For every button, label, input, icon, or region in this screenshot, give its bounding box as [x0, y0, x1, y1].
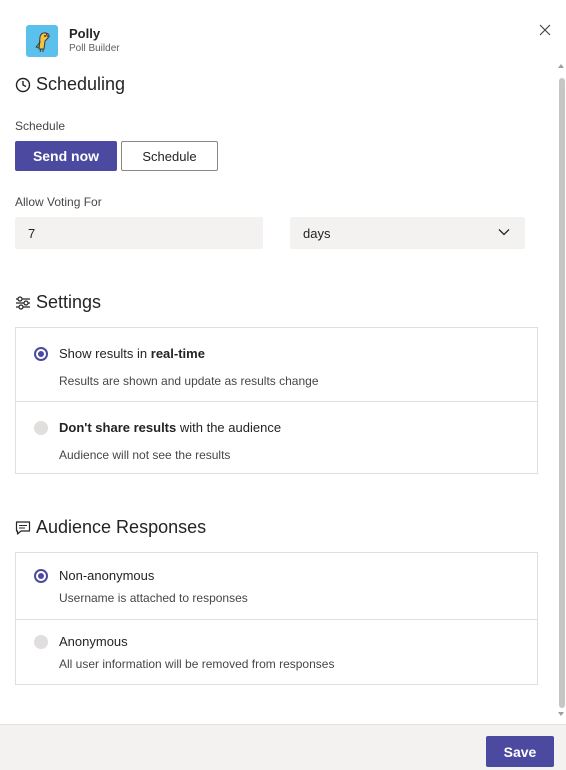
option-title: Anonymous [59, 634, 128, 649]
radio-selected[interactable] [34, 569, 48, 583]
footer-bar: Save [0, 724, 566, 770]
radio-selected[interactable] [34, 347, 48, 361]
send-now-button[interactable]: Send now [15, 141, 117, 171]
comment-icon [15, 520, 31, 535]
audience-title: Audience Responses [36, 517, 207, 537]
radio-unselected[interactable] [34, 635, 48, 649]
non-anonymous-option[interactable]: Non-anonymous Username is attached to re… [16, 553, 537, 619]
settings-section-title: Settings [15, 292, 101, 313]
scheduling-title: Scheduling [36, 74, 126, 94]
audience-responses-card: Non-anonymous Username is attached to re… [15, 552, 538, 685]
voting-duration-input[interactable]: 7 [15, 217, 263, 249]
voting-unit-value: days [303, 225, 331, 241]
option-description: All user information will be removed fro… [59, 657, 335, 671]
settings-title: Settings [36, 292, 102, 312]
schedule-button[interactable]: Schedule [121, 141, 218, 171]
option-description: Username is attached to responses [59, 591, 248, 605]
clock-icon [15, 77, 31, 92]
audience-section-title: Audience Responses [15, 517, 206, 538]
option-description: Audience will not see the results [59, 448, 231, 462]
voting-unit-dropdown[interactable]: days [290, 217, 525, 249]
scheduling-section-title: Scheduling [15, 74, 125, 95]
results-visibility-card: Show results in real-time Results are sh… [15, 327, 538, 474]
dont-share-results-option[interactable]: Don't share results with the audience Au… [16, 401, 537, 473]
settings-sliders-icon [16, 295, 30, 310]
scrollbar[interactable] [557, 60, 566, 724]
app-name: Polly [69, 26, 101, 41]
app-subtitle: Poll Builder [69, 43, 120, 54]
option-title: Show results in real-time [59, 346, 205, 361]
option-description: Results are shown and update as results … [59, 374, 319, 388]
scroll-up-arrow-icon[interactable] [558, 64, 564, 68]
schedule-label: Schedule [15, 119, 66, 133]
polly-parrot-icon [26, 25, 58, 57]
scrollbar-thumb[interactable] [559, 78, 565, 708]
close-icon[interactable] [537, 22, 553, 38]
save-button[interactable]: Save [486, 736, 554, 767]
anonymous-option[interactable]: Anonymous All user information will be r… [16, 619, 537, 684]
allow-voting-label: Allow Voting For [15, 195, 102, 209]
voting-duration-value: 7 [28, 225, 36, 241]
option-title: Non-anonymous [59, 568, 155, 583]
scroll-down-arrow-icon[interactable] [558, 712, 564, 716]
chevron-down-icon [498, 229, 510, 236]
option-title: Don't share results with the audience [59, 420, 282, 435]
app-header: Polly Poll Builder [0, 0, 566, 60]
realtime-results-option[interactable]: Show results in real-time Results are sh… [16, 328, 537, 401]
radio-unselected[interactable] [34, 421, 48, 435]
